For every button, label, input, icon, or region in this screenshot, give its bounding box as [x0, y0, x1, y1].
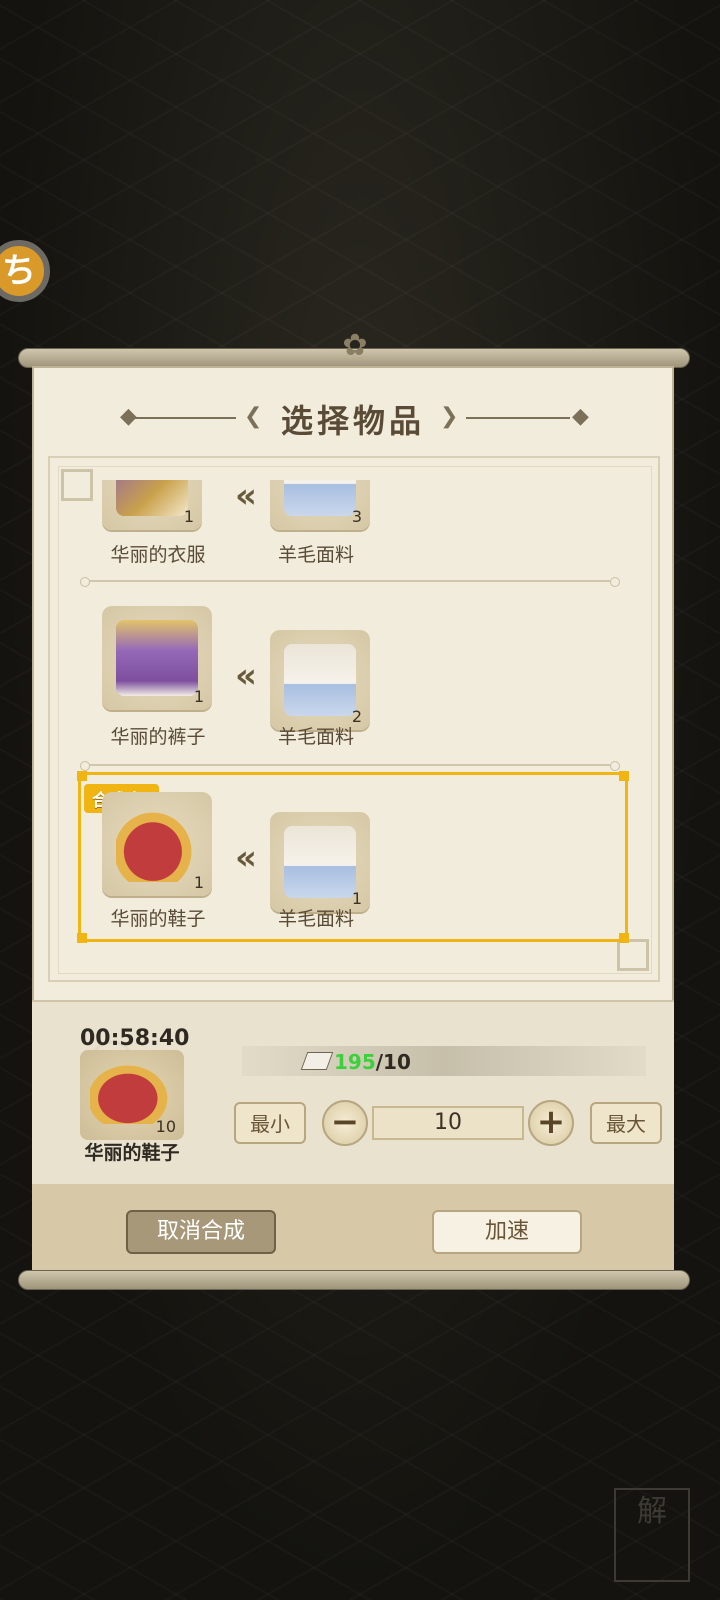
recipe-row[interactable]: 1 « 1 华丽的鞋子 羊毛面料: [82, 782, 642, 932]
product-name: 华丽的衣服: [110, 544, 206, 566]
resource-bar: [242, 1046, 646, 1076]
product-slot[interactable]: 1: [102, 480, 202, 530]
fancy-clothes-icon: [116, 480, 188, 516]
wool-fabric-icon: [284, 826, 356, 898]
increase-quantity-button[interactable]: +: [528, 1100, 574, 1146]
scroll-rod-bottom: [18, 1270, 690, 1290]
product-count: 1: [193, 687, 204, 706]
material-count: 3: [351, 507, 362, 526]
row-divider: [80, 761, 620, 771]
arrow-left-icon: «: [235, 480, 257, 516]
max-quantity-button[interactable]: 最大: [590, 1102, 662, 1144]
wool-fabric-icon: [284, 644, 356, 716]
material-name: 羊毛面料: [277, 726, 354, 748]
current-item-count: 10: [155, 1117, 176, 1136]
wool-fabric-icon: [284, 480, 356, 516]
resource-have: 195: [334, 1050, 376, 1074]
fancy-pants-icon: [116, 620, 198, 696]
meander-corner-icon: [617, 939, 649, 971]
material-slot[interactable]: 2: [270, 630, 370, 730]
material-name: 羊毛面料: [277, 544, 354, 566]
product-slot[interactable]: 1: [102, 792, 212, 896]
arrow-left-icon: «: [235, 838, 257, 878]
current-item-slot: 10: [80, 1050, 184, 1140]
fancy-shoes-icon: [116, 806, 198, 882]
scroll-ornament-icon: ❯: [440, 404, 459, 429]
product-count: 1: [193, 873, 204, 892]
product-name: 华丽的鞋子: [110, 908, 206, 930]
speed-up-button[interactable]: 加速: [432, 1210, 582, 1254]
scroll-knot-icon: ✿: [342, 328, 368, 363]
product-count: 1: [183, 507, 194, 526]
dialog-header: ◆ ❮ 选择物品 ❯ ◆: [32, 396, 674, 440]
resource-need: /10: [375, 1050, 411, 1074]
recipe-row[interactable]: 1 « 2 华丽的裤子 羊毛面料: [82, 600, 642, 750]
diamond-ornament-icon: ◆: [572, 404, 589, 429]
fancy-shoes-icon: [90, 1060, 174, 1124]
min-quantity-button[interactable]: 最小: [234, 1102, 306, 1144]
craft-timer: 00:58:40: [80, 1026, 190, 1051]
quantity-field[interactable]: 10: [372, 1106, 524, 1140]
current-item-name: 华丽的鞋子: [84, 1142, 180, 1164]
product-name: 华丽的裤子: [110, 726, 206, 748]
cancel-crafting-button[interactable]: 取消合成: [126, 1210, 276, 1254]
corner-seal-stamp: 解: [614, 1488, 690, 1582]
resource-counter: 195/10: [334, 1050, 411, 1074]
recipe-row[interactable]: 1 « 3 华丽的衣服 羊毛面料: [82, 480, 642, 576]
material-name: 羊毛面料: [277, 908, 354, 930]
product-slot[interactable]: 1: [102, 606, 212, 710]
material-slot[interactable]: 1: [270, 812, 370, 912]
decrease-quantity-button[interactable]: −: [322, 1100, 368, 1146]
material-slot[interactable]: 3: [270, 480, 370, 530]
title-divider-right: [466, 417, 570, 419]
row-divider: [80, 577, 620, 587]
arrow-left-icon: «: [235, 656, 257, 696]
